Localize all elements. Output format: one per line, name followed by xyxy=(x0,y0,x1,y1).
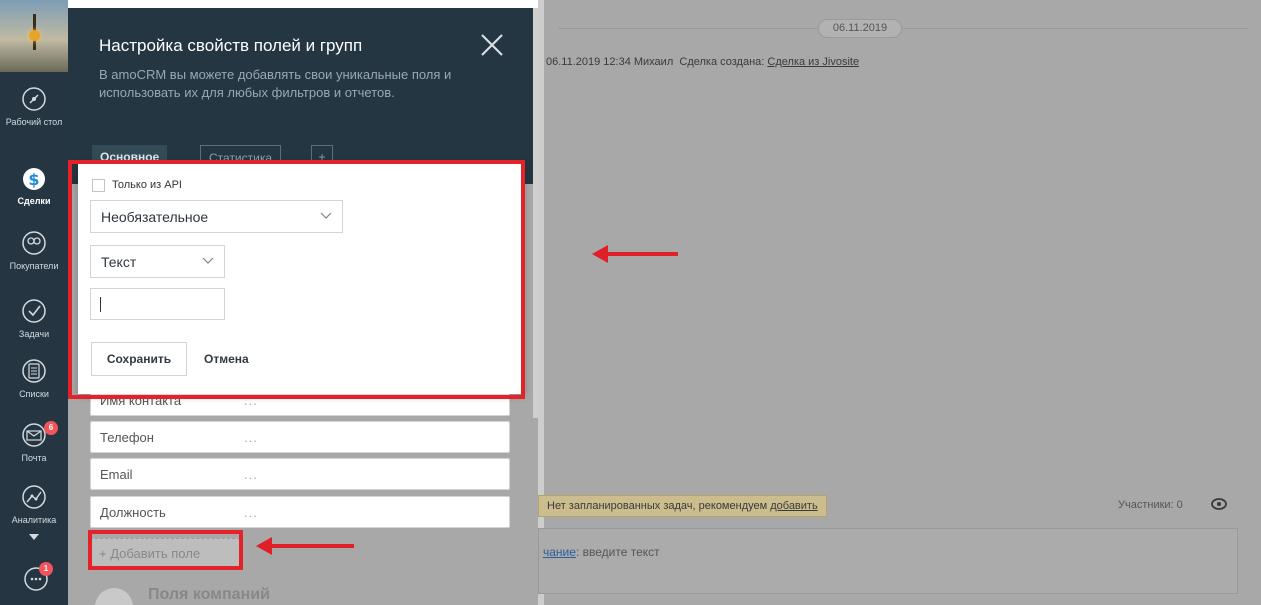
panel-subtitle: В amoCRM вы можете добавлять свои уникал… xyxy=(99,67,452,100)
field-name: Телефон xyxy=(100,430,154,445)
nav-item-deals[interactable]: $ Сделки xyxy=(0,165,68,206)
deal-feed: 06.11.2019 06.11.2019 12:34 Михаил Сделк… xyxy=(538,0,1261,605)
nav-item-analytics[interactable]: Аналитика xyxy=(0,484,68,525)
tasks-icon xyxy=(22,299,46,323)
close-icon[interactable] xyxy=(480,33,504,57)
no-tasks-banner: Нет запланированных задач, рекомендуем д… xyxy=(538,495,827,517)
avatar-lamp xyxy=(29,30,40,41)
participants-count: Участники: 0 xyxy=(1118,499,1183,511)
annotation-arrow-popup xyxy=(592,245,678,263)
dashboard-icon xyxy=(22,87,46,111)
nav-item-tasks[interactable]: Задачи xyxy=(0,298,68,339)
event-text: Сделка создана: xyxy=(679,56,765,68)
field-row-position[interactable]: Должность ... xyxy=(90,496,510,528)
company-section-icon xyxy=(95,588,133,605)
nav-item-dashboard[interactable]: Рабочий стол xyxy=(0,86,68,127)
nav-label: Списки xyxy=(19,389,49,399)
field-type-placeholder: ... xyxy=(244,467,258,482)
event-meta: 06.11.2019 12:34 Михаил xyxy=(546,56,674,68)
svg-text:$: $ xyxy=(28,170,39,189)
analytics-icon xyxy=(22,485,46,509)
no-tasks-text: Нет запланированных задач, рекомендуем xyxy=(547,500,768,512)
panel-header: Настройка свойств полей и групп В amoCRM… xyxy=(68,8,538,184)
nav-label: Рабочий стол xyxy=(5,117,63,127)
nav-item-customers[interactable]: Покупатели xyxy=(0,230,68,271)
nav-label: Задачи xyxy=(18,329,50,339)
field-name: Должность xyxy=(100,505,166,520)
lists-icon xyxy=(22,359,46,383)
account-avatar[interactable] xyxy=(0,0,68,72)
note-input[interactable]: чание: введите текст xyxy=(538,528,1238,594)
field-row-email[interactable]: Email ... xyxy=(90,458,510,490)
date-divider xyxy=(558,28,1248,29)
note-text: чание: введите текст xyxy=(543,545,660,559)
field-row-phone[interactable]: Телефон ... xyxy=(90,421,510,453)
highlight-frame-popup xyxy=(68,160,525,399)
add-task-link[interactable]: добавить xyxy=(770,500,817,512)
feed-event: 06.11.2019 12:34 Михаил Сделка создана: … xyxy=(546,56,859,68)
deals-icon: $ xyxy=(23,168,45,190)
field-name: Email xyxy=(100,467,133,482)
note-placeholder: : введите текст xyxy=(575,545,660,559)
date-pill: 06.11.2019 xyxy=(818,19,902,38)
nav-rail: Рабочий стол $ Сделки Покупатели Задачи … xyxy=(0,0,68,605)
nav-label: Почта xyxy=(21,453,47,463)
note-type-link[interactable]: чание xyxy=(543,545,576,559)
field-type-placeholder: ... xyxy=(244,505,258,520)
nav-label: Сделки xyxy=(17,196,51,206)
chat-unread-badge: 1 xyxy=(39,562,53,576)
field-type-placeholder: ... xyxy=(244,430,258,445)
nav-item-lists[interactable]: Списки xyxy=(0,358,68,399)
highlight-frame-add-field xyxy=(88,530,243,570)
customers-icon xyxy=(22,231,46,255)
nav-more-chevron-icon[interactable] xyxy=(29,534,39,540)
annotation-arrow-add-field xyxy=(256,537,354,555)
mail-unread-badge: 6 xyxy=(44,421,58,435)
panel-title: Настройка свойств полей и групп xyxy=(99,36,363,55)
nav-label: Покупатели xyxy=(9,261,59,271)
nav-label: Аналитика xyxy=(11,515,57,525)
event-deal-link[interactable]: Сделка из Jivosite xyxy=(767,56,859,68)
company-section-title: Поля компаний xyxy=(148,586,270,603)
eye-icon[interactable] xyxy=(1211,497,1227,511)
